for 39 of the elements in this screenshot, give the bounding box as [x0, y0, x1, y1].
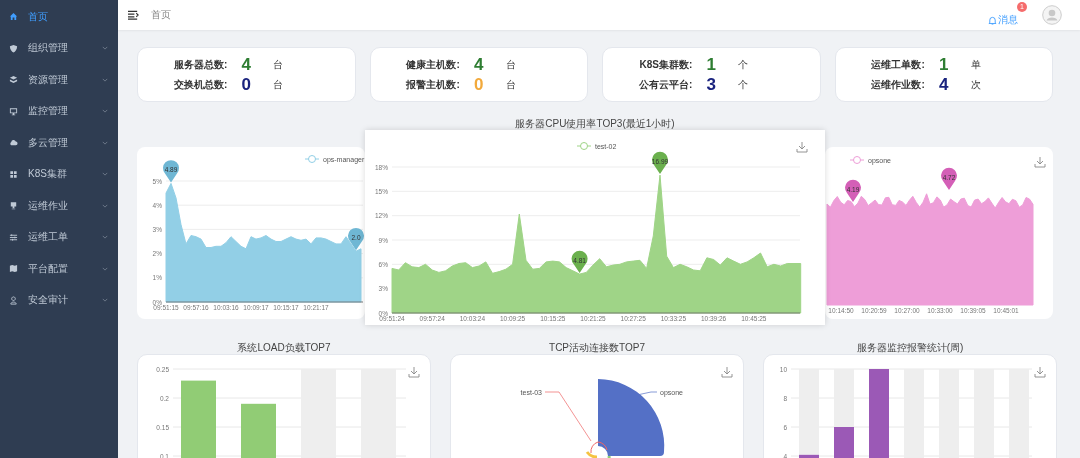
stat-unit: 个: [737, 77, 750, 92]
nav-item[interactable]: 运维作业: [0, 190, 118, 222]
stat-value: 0: [473, 74, 485, 95]
stat-unit: 个: [737, 57, 750, 72]
stat-label: 服务器总数:: [172, 57, 228, 72]
stat-value: 0: [240, 74, 252, 95]
stat-value: 3: [705, 74, 717, 95]
stat-unit: 台: [272, 57, 285, 72]
nav-item[interactable]: 安全审计: [0, 284, 118, 316]
stat-unit: 次: [969, 77, 982, 92]
stat-label: 运维工单数:: [870, 57, 925, 72]
stat-label: K8S集群数:: [638, 57, 693, 72]
stat-value: 4: [938, 74, 950, 95]
stat-value: 4: [240, 54, 252, 75]
stat-label: 健康主机数:: [405, 57, 460, 72]
nav-item[interactable]: 运维工单: [0, 221, 118, 253]
stat-unit: 台: [504, 77, 517, 92]
stat-label: 交换机总数:: [172, 77, 228, 92]
stat-value: 1: [705, 54, 717, 75]
stat-label: 公有云平台:: [637, 77, 693, 92]
stat-label: 运维作业数:: [870, 77, 925, 92]
breadcrumb[interactable]: 首页: [151, 8, 171, 22]
stat-unit: 台: [272, 77, 285, 92]
stat-unit: 单: [969, 57, 982, 72]
chart-title: TCP活动连接数TOP7: [548, 342, 646, 354]
stat-value: 4: [473, 54, 485, 75]
nav-item[interactable]: 首页: [0, 1, 118, 33]
chart-title: 系统LOAD负载TOP7: [236, 342, 332, 354]
stat-unit: 台: [504, 57, 517, 72]
stat-label: 报警主机数:: [405, 77, 460, 92]
nav-item[interactable]: 组织管理: [0, 32, 118, 64]
nav-item[interactable]: 平台配置: [0, 253, 118, 285]
nav-item[interactable]: K8S集群: [0, 158, 118, 190]
chart-title: 服务器CPU使用率TOP3(最近1小时): [514, 117, 676, 130]
nav-item[interactable]: 资源管理: [0, 64, 118, 96]
chart-title: 服务器监控报警统计(周): [855, 342, 965, 354]
nav-item[interactable]: 监控管理: [0, 95, 118, 127]
nav-item[interactable]: 多云管理: [0, 127, 118, 159]
stat-value: 1: [938, 54, 950, 75]
